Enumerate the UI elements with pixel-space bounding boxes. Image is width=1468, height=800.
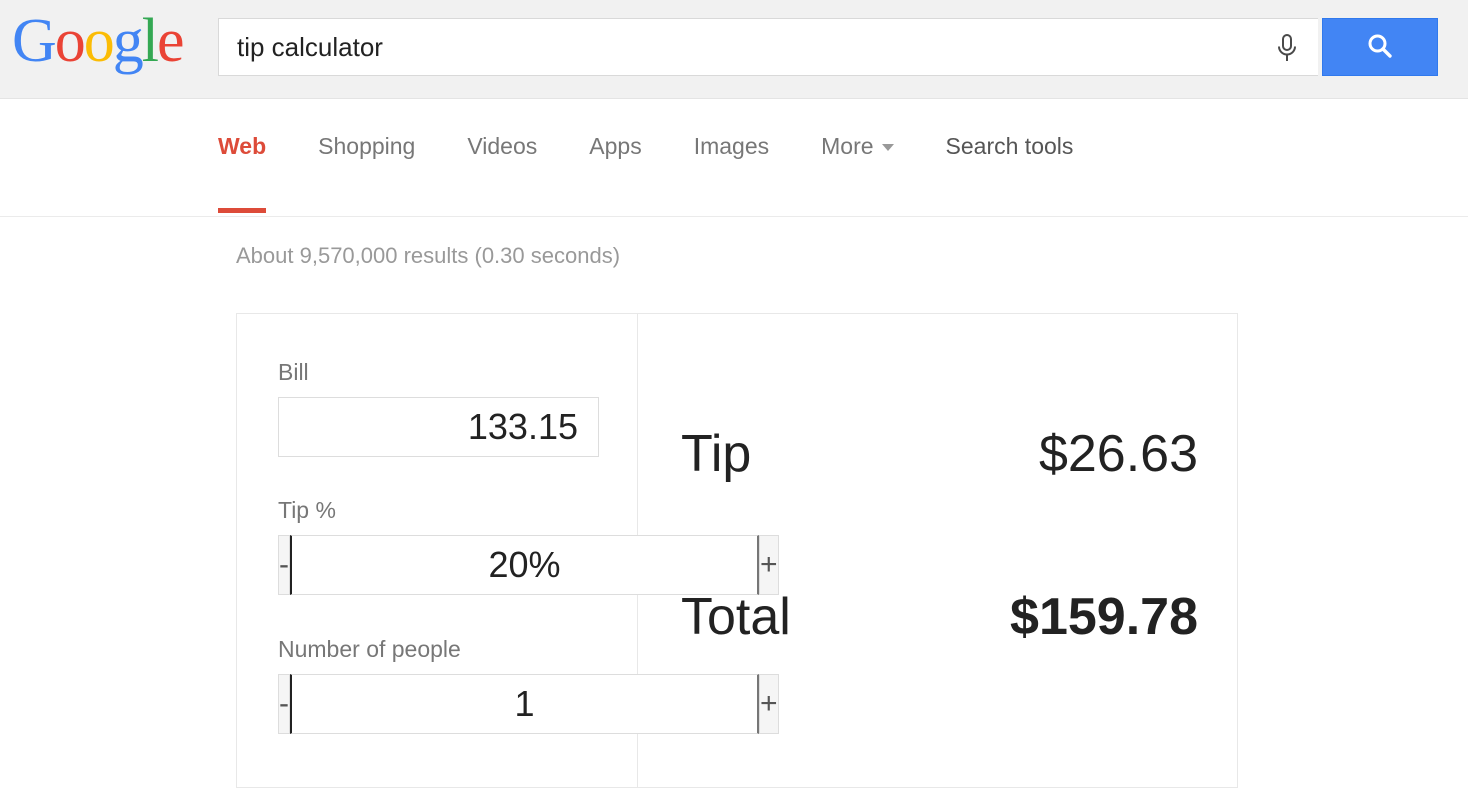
tip-calculator-card: Bill Tip % - + Number of people - + Tip …	[236, 313, 1238, 788]
search-box	[218, 18, 1318, 76]
search-icon	[1365, 31, 1395, 64]
logo-letter-g1: G	[12, 7, 57, 75]
search-tabs: Web Shopping Videos Apps Images More Sea…	[218, 133, 1074, 213]
page-header: Google	[0, 0, 1468, 99]
tip-percent-stepper: - +	[278, 535, 779, 595]
bill-input[interactable]	[278, 397, 599, 457]
search-tools-button[interactable]: Search tools	[946, 133, 1074, 160]
tab-videos[interactable]: Videos	[467, 133, 537, 164]
tab-more-label: More	[821, 133, 874, 159]
calculator-results-panel: Tip $26.63 Total $159.78	[638, 314, 1237, 787]
google-logo[interactable]: Google	[12, 7, 185, 75]
bill-label: Bill	[278, 359, 309, 385]
total-result-value: $159.78	[1010, 588, 1198, 646]
logo-letter-l: l	[141, 7, 159, 75]
search-tabs-bar: Web Shopping Videos Apps Images More Sea…	[0, 100, 1468, 217]
logo-letter-e: e	[157, 7, 184, 75]
microphone-icon[interactable]	[1272, 32, 1302, 64]
tip-result-label: Tip	[681, 425, 752, 483]
tip-result-value: $26.63	[1038, 425, 1198, 483]
total-result-label: Total	[681, 588, 791, 646]
calculator-inputs-panel: Bill Tip % - + Number of people - +	[237, 314, 779, 787]
tip-result-row: Tip $26.63	[681, 424, 1198, 484]
logo-letter-g2: g	[112, 7, 144, 75]
total-result-row: Total $159.78	[681, 587, 1198, 647]
number-of-people-label: Number of people	[278, 636, 461, 662]
number-of-people-stepper: - +	[278, 674, 779, 734]
search-input[interactable]	[237, 19, 1247, 75]
search-button[interactable]	[1322, 18, 1438, 76]
people-decrement-button[interactable]: -	[278, 674, 290, 734]
chevron-down-icon	[881, 144, 894, 152]
tip-percent-label: Tip %	[278, 497, 336, 523]
tab-images[interactable]: Images	[694, 133, 769, 164]
result-stats: About 9,570,000 results (0.30 seconds)	[236, 243, 621, 268]
tab-apps[interactable]: Apps	[589, 133, 641, 164]
logo-letter-o1: o	[54, 7, 86, 75]
tab-shopping[interactable]: Shopping	[318, 133, 415, 164]
logo-letter-o2: o	[83, 7, 115, 75]
tab-more[interactable]: More	[821, 133, 894, 164]
tip-percent-decrement-button[interactable]: -	[278, 535, 290, 595]
tab-web[interactable]: Web	[218, 133, 267, 213]
